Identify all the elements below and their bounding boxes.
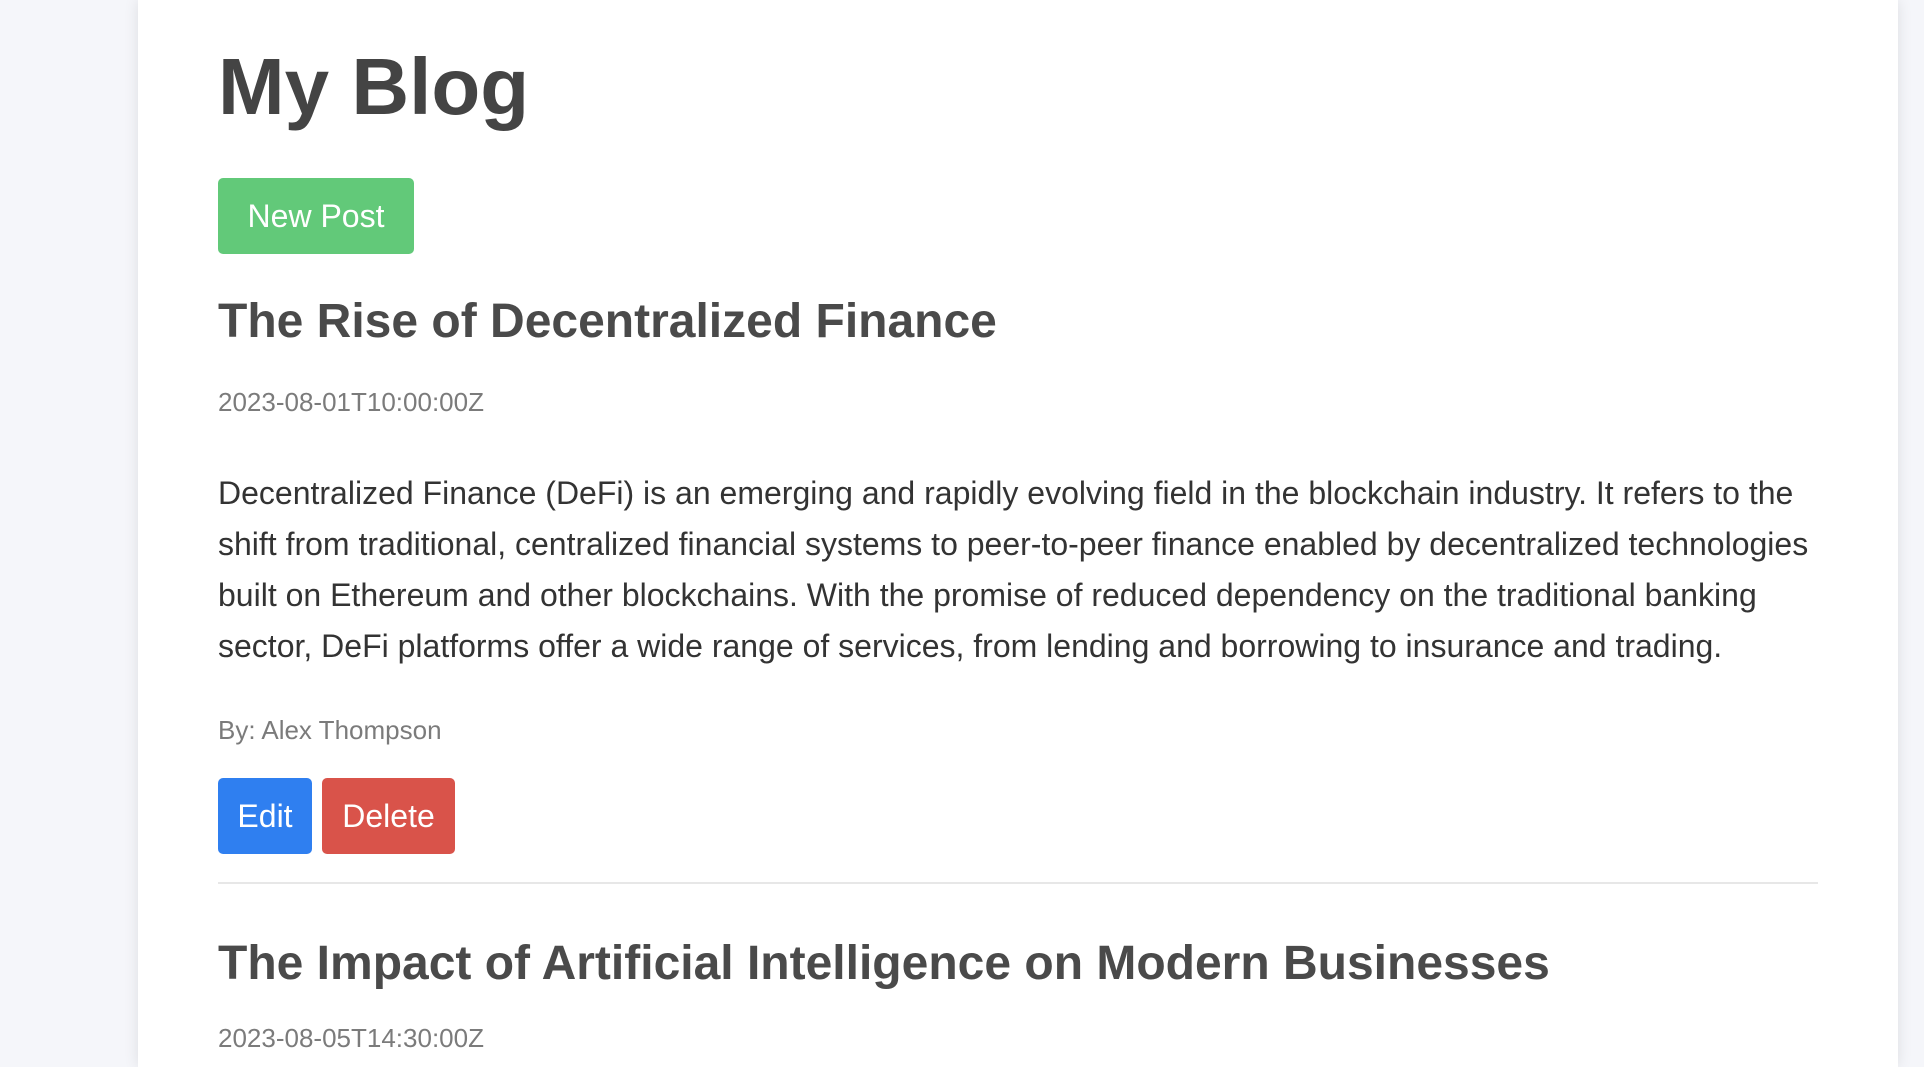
post-title: The Rise of Decentralized Finance: [218, 295, 997, 348]
delete-button[interactable]: Delete: [322, 778, 455, 854]
edit-button[interactable]: Edit: [218, 778, 312, 854]
post-content: Decentralized Finance (DeFi) is an emerg…: [218, 475, 1809, 664]
post-title: The Impact of Artificial Intelligence on…: [218, 937, 1550, 990]
new-post-button[interactable]: New Post: [218, 178, 414, 254]
post-item: The Impact of Artificial Intelligence on…: [218, 936, 1818, 1054]
post-divider: [218, 882, 1818, 884]
post-author: By: Alex Thompson: [218, 715, 442, 745]
post-date: 2023-08-05T14:30:00Z: [218, 1023, 484, 1053]
page-title: My Blog: [218, 42, 530, 131]
post-actions: Edit Delete: [218, 778, 1818, 854]
blog-container: My Blog New Post The Rise of Decentraliz…: [138, 0, 1898, 1067]
post-date: 2023-08-01T10:00:00Z: [218, 387, 484, 417]
post-item: The Rise of Decentralized Finance 2023-0…: [218, 294, 1818, 884]
